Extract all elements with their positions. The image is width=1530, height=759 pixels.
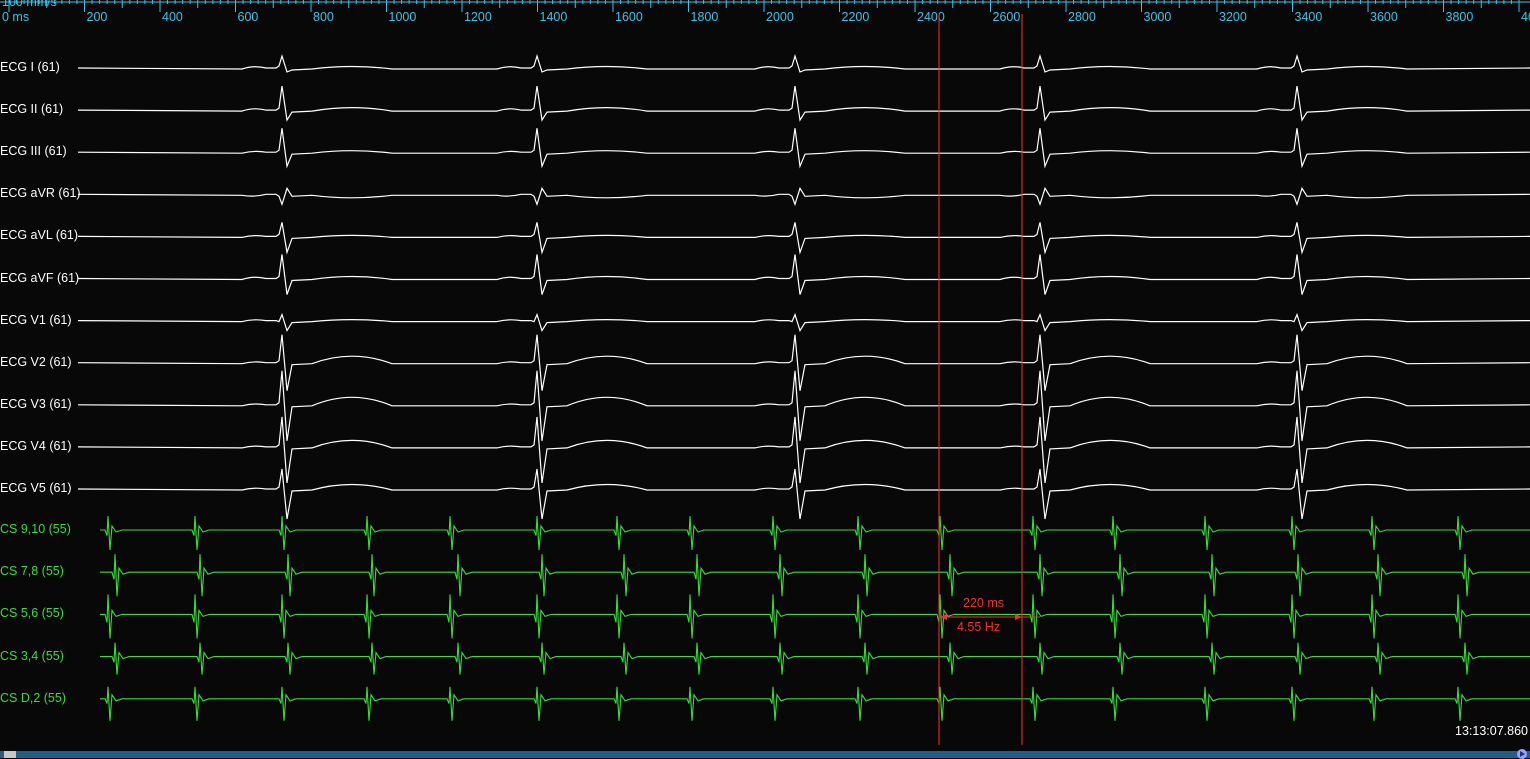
ecg-avf-label[interactable]: ECG aVF (61)	[0, 271, 79, 285]
cs-9-10-label[interactable]: CS 9,10 (55)	[0, 522, 71, 536]
cs-5-6-trace	[100, 594, 1530, 639]
caliper-interval-text: 220 ms	[963, 596, 1004, 610]
ecg-i-trace	[77, 53, 1530, 73]
ecg-v2-label[interactable]: ECG V2 (61)	[0, 355, 72, 369]
ecg-v3-trace	[77, 370, 1530, 441]
ecg-ii-label[interactable]: ECG II (61)	[0, 102, 63, 116]
ecg-v4-trace	[77, 416, 1530, 483]
ecg-i-label[interactable]: ECG I (61)	[0, 60, 60, 74]
ecg-avr-label[interactable]: ECG aVR (61)	[0, 186, 81, 200]
ecg-v1-trace	[77, 312, 1530, 333]
cs-9-10-trace	[100, 515, 1530, 551]
ecg-v2-trace	[77, 334, 1530, 391]
cs-5-6-label[interactable]: CS 5,6 (55)	[0, 606, 64, 620]
cs-7-8-label[interactable]: CS 7,8 (55)	[0, 564, 64, 578]
ecg-v5-trace	[77, 468, 1530, 520]
ecg-avr-trace	[77, 186, 1530, 207]
cs-3-4-trace	[100, 642, 1530, 675]
cs-d-2-trace	[100, 686, 1530, 721]
ep-recording-window: 100 mm/s 0 ms 200 400 600 800 1000 1200 1400 16…	[0, 0, 1530, 759]
ecg-v5-label[interactable]: ECG V5 (61)	[0, 481, 72, 495]
timeline-scrollbar[interactable]	[0, 749, 1530, 759]
ecg-avl-trace	[77, 222, 1530, 255]
ecg-ii-trace	[77, 86, 1530, 122]
ecg-v1-label[interactable]: ECG V1 (61)	[0, 313, 72, 327]
ecg-v4-label[interactable]: ECG V4 (61)	[0, 439, 72, 453]
ecg-v3-label[interactable]: ECG V3 (61)	[0, 397, 72, 411]
cs-3-4-label[interactable]: CS 3,4 (55)	[0, 649, 64, 663]
cs-d-2-label[interactable]: CS D,2 (55)	[0, 691, 66, 705]
caliper-rate-text: 4.55 Hz	[957, 620, 1001, 634]
signal-traces-canvas[interactable]	[0, 0, 1530, 758]
ecg-avl-label[interactable]: ECG aVL (61)	[0, 228, 78, 242]
cs-7-8-trace	[100, 554, 1530, 597]
timestamp: 13:13:07.860	[1455, 724, 1528, 738]
ecg-iii-trace	[77, 128, 1530, 169]
ecg-avf-trace	[77, 254, 1530, 295]
ecg-iii-label[interactable]: ECG III (61)	[0, 144, 67, 158]
scrollbar-thumb[interactable]	[4, 751, 16, 758]
